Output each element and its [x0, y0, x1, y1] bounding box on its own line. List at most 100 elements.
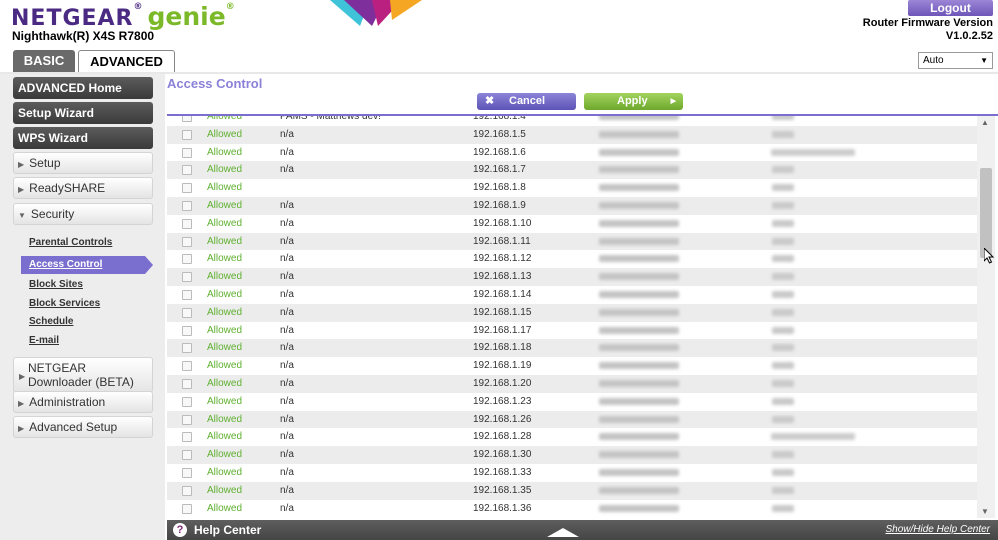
row-checkbox[interactable]	[182, 503, 192, 514]
device-list: Allowed PAMS - Matthews dev! 192.168.1.4 Al…	[167, 116, 978, 517]
show-hide-help-link[interactable]: Show/Hide Help Center	[886, 524, 991, 535]
redacted-connection-type	[772, 130, 794, 138]
redacted-connection-type	[771, 148, 855, 156]
device-status: Allowed	[207, 128, 243, 140]
row-checkbox[interactable]	[182, 165, 192, 176]
row-checkbox[interactable]	[182, 289, 192, 300]
device-ip: 192.168.1.15	[473, 306, 532, 318]
device-ip: 192.168.1.30	[473, 449, 532, 461]
row-checkbox[interactable]	[182, 272, 192, 283]
redacted-connection-type	[772, 379, 794, 387]
row-checkbox[interactable]	[182, 467, 192, 478]
nav-access-control[interactable]: Access Control	[21, 256, 153, 274]
expand-up-arrow-icon[interactable]	[547, 528, 579, 537]
table-row: Allowed n/a 192.168.1.9	[167, 196, 978, 215]
redacted-mac-address	[599, 486, 679, 494]
row-checkbox[interactable]	[182, 361, 192, 372]
device-ip: 192.168.1.9	[473, 199, 526, 211]
redacted-connection-type	[772, 308, 794, 316]
help-icon[interactable]: ?	[173, 523, 187, 537]
device-name: n/a	[280, 484, 294, 496]
page-title: Access Control	[167, 76, 263, 91]
row-checkbox[interactable]	[182, 378, 192, 389]
firmware-version: V1.0.2.52	[945, 30, 993, 42]
row-checkbox[interactable]	[182, 218, 192, 229]
row-checkbox[interactable]	[182, 307, 192, 318]
help-center-label: Help Center	[194, 523, 262, 537]
redacted-connection-type	[772, 504, 794, 512]
nav-block-sites[interactable]: Block Sites	[29, 279, 83, 290]
device-ip: 192.168.1.36	[473, 502, 532, 514]
row-checkbox[interactable]	[182, 414, 192, 425]
nav-advanced-setup[interactable]: ▶ Advanced Setup	[13, 416, 153, 438]
nav-readyshare[interactable]: ▶ ReadySHARE	[13, 177, 153, 199]
device-name: PAMS - Matthews dev!	[280, 116, 381, 122]
device-name: n/a	[280, 466, 294, 478]
row-checkbox[interactable]	[182, 147, 192, 158]
table-row: Allowed n/a 192.168.1.20	[167, 374, 978, 393]
row-checkbox[interactable]	[182, 450, 192, 461]
row-checkbox[interactable]	[182, 343, 192, 354]
caret-right-icon: ▶	[18, 399, 25, 408]
scrollbar[interactable]: ▲ ▼	[977, 116, 995, 518]
device-status: Allowed	[207, 360, 243, 372]
table-row: Allowed n/a 192.168.1.7	[167, 161, 978, 180]
row-checkbox[interactable]	[182, 254, 192, 265]
logout-button[interactable]: Logout	[908, 0, 993, 16]
device-name: n/a	[280, 395, 294, 407]
table-row: Allowed PAMS - Matthews dev! 192.168.1.4	[167, 116, 978, 126]
row-checkbox[interactable]	[182, 129, 192, 140]
redacted-mac-address	[599, 326, 679, 334]
redacted-connection-type	[772, 237, 794, 245]
row-checkbox[interactable]	[182, 183, 192, 194]
language-select[interactable]: Auto ▼	[918, 52, 993, 69]
nav-block-services[interactable]: Block Services	[29, 298, 100, 309]
table-row: Allowed n/a 192.168.1.17	[167, 322, 978, 340]
device-ip: 192.168.1.18	[473, 342, 532, 354]
nav-netgear-downloader[interactable]: ▶ NETGEAR Downloader (BETA)	[13, 357, 153, 393]
device-name: n/a	[280, 288, 294, 300]
row-checkbox[interactable]	[182, 432, 192, 443]
apply-button[interactable]: Apply ▶	[584, 93, 683, 110]
nav-wps-wizard[interactable]: WPS Wizard	[13, 127, 153, 149]
device-name: n/a	[280, 235, 294, 247]
row-checkbox[interactable]	[182, 236, 192, 247]
row-checkbox[interactable]	[182, 325, 192, 336]
device-status: Allowed	[207, 217, 243, 229]
device-ip: 192.168.1.14	[473, 288, 532, 300]
tab-basic[interactable]: BASIC	[13, 50, 75, 72]
cancel-button[interactable]: ✖ Cancel	[477, 93, 576, 110]
redacted-mac-address	[599, 344, 679, 352]
device-status: Allowed	[207, 164, 243, 176]
close-icon: ✖	[485, 95, 495, 107]
nav-setup[interactable]: ▶ Setup	[13, 152, 153, 174]
scroll-thumb[interactable]	[980, 168, 992, 258]
row-checkbox[interactable]	[182, 116, 192, 122]
table-row: Allowed n/a 192.168.1.6	[167, 144, 978, 162]
device-ip: 192.168.1.19	[473, 360, 532, 372]
scroll-down-icon[interactable]: ▼	[981, 507, 989, 516]
row-checkbox[interactable]	[182, 485, 192, 496]
row-checkbox[interactable]	[182, 200, 192, 211]
device-status: Allowed	[207, 288, 243, 300]
device-ip: 192.168.1.11	[473, 235, 531, 247]
nav-email[interactable]: E-mail	[29, 335, 59, 346]
nav-administration[interactable]: ▶ Administration	[13, 391, 153, 413]
redacted-mac-address	[599, 237, 679, 245]
device-status: Allowed	[207, 199, 243, 211]
row-checkbox[interactable]	[182, 396, 192, 407]
nav-advanced-home[interactable]: ADVANCED Home	[13, 77, 153, 99]
scroll-up-icon[interactable]: ▲	[981, 118, 989, 127]
caret-right-icon: ▶	[18, 160, 25, 169]
device-name: n/a	[280, 413, 294, 425]
redacted-mac-address	[599, 184, 679, 192]
nav-security[interactable]: ▼ Security	[13, 203, 153, 225]
nav-setup-wizard[interactable]: Setup Wizard	[13, 102, 153, 124]
nav-parental-controls[interactable]: Parental Controls	[29, 237, 112, 248]
table-row: Allowed n/a 192.168.1.30	[167, 446, 978, 464]
nav-schedule[interactable]: Schedule	[29, 316, 73, 327]
tab-advanced[interactable]: ADVANCED	[78, 50, 175, 74]
table-row: Allowed n/a 192.168.1.10	[167, 215, 978, 233]
device-name: n/a	[280, 271, 294, 283]
device-status: Allowed	[207, 116, 243, 122]
